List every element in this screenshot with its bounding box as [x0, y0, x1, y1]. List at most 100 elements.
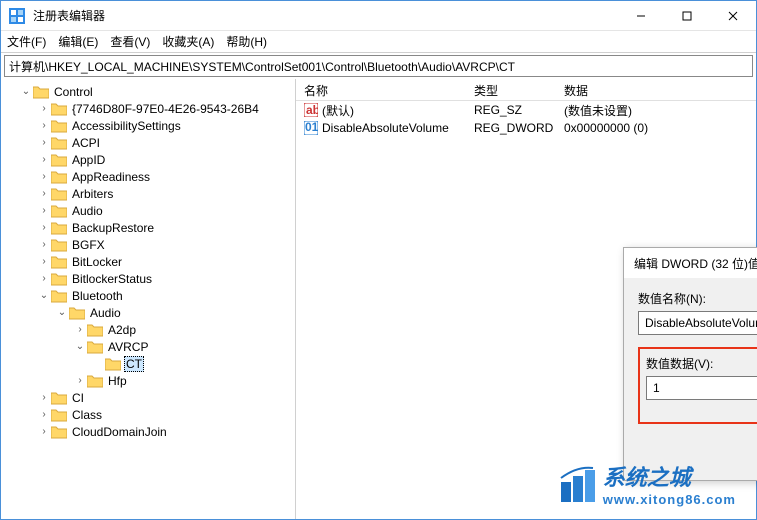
- watermark: 系统之城 www.xitong86.com: [557, 460, 736, 507]
- folder-icon: [51, 204, 67, 218]
- tree-node[interactable]: ›Hfp: [1, 372, 295, 389]
- chevron-right-icon[interactable]: ›: [37, 205, 51, 216]
- tree-panel[interactable]: ⌄ Control ›{7746D80F-97E0-4E26-9543-26B4…: [1, 79, 296, 519]
- chevron-right-icon[interactable]: ›: [73, 324, 87, 335]
- folder-icon: [51, 153, 67, 167]
- tree-node[interactable]: ›AccessibilitySettings: [1, 117, 295, 134]
- dialog-titlebar[interactable]: 编辑 DWORD (32 位)值 ✕: [624, 248, 757, 278]
- folder-icon: [105, 357, 121, 371]
- chevron-right-icon[interactable]: ›: [37, 171, 51, 182]
- window-title: 注册表编辑器: [33, 7, 618, 24]
- value-data-input[interactable]: [646, 376, 757, 400]
- menu-edit[interactable]: 编辑(E): [58, 33, 98, 50]
- folder-icon: [51, 425, 67, 439]
- tree-node-avrcp[interactable]: ⌄AVRCP: [1, 338, 295, 355]
- dword-value-icon: 011: [304, 121, 318, 135]
- folder-icon: [51, 102, 67, 116]
- chevron-down-icon[interactable]: ⌄: [19, 86, 33, 97]
- folder-icon: [51, 408, 67, 422]
- menu-help[interactable]: 帮助(H): [226, 33, 267, 50]
- value-name-label: 数值名称(N):: [638, 290, 757, 307]
- tree-node[interactable]: ›{7746D80F-97E0-4E26-9543-26B4: [1, 100, 295, 117]
- folder-icon: [51, 119, 67, 133]
- tree-node[interactable]: ›AppID: [1, 151, 295, 168]
- tree-node-control[interactable]: ⌄ Control: [1, 83, 295, 100]
- svg-text:ab: ab: [306, 103, 318, 117]
- close-button[interactable]: [710, 1, 756, 31]
- chevron-right-icon[interactable]: ›: [37, 273, 51, 284]
- chevron-right-icon[interactable]: ›: [37, 392, 51, 403]
- chevron-right-icon[interactable]: ›: [37, 239, 51, 250]
- menubar: 文件(F) 编辑(E) 查看(V) 收藏夹(A) 帮助(H): [1, 31, 756, 53]
- folder-icon: [51, 238, 67, 252]
- folder-icon: [33, 85, 49, 99]
- address-text: 计算机\HKEY_LOCAL_MACHINE\SYSTEM\ControlSet…: [9, 58, 515, 75]
- folder-icon: [51, 187, 67, 201]
- titlebar: 注册表编辑器: [1, 1, 756, 31]
- chevron-right-icon[interactable]: ›: [37, 256, 51, 267]
- string-value-icon: ab: [304, 103, 318, 117]
- chevron-right-icon[interactable]: ›: [37, 103, 51, 114]
- folder-icon: [51, 391, 67, 405]
- tree-node-bt-audio[interactable]: ⌄Audio: [1, 304, 295, 321]
- chevron-right-icon[interactable]: ›: [37, 137, 51, 148]
- chevron-right-icon[interactable]: ›: [37, 154, 51, 165]
- tree-node[interactable]: ›BGFX: [1, 236, 295, 253]
- folder-icon: [69, 306, 85, 320]
- regedit-icon: [9, 8, 25, 24]
- tree-node[interactable]: ›BitlockerStatus: [1, 270, 295, 287]
- maximize-button[interactable]: [664, 1, 710, 31]
- tree-node[interactable]: ›BackupRestore: [1, 219, 295, 236]
- col-name[interactable]: 名称: [296, 79, 466, 100]
- menu-file[interactable]: 文件(F): [7, 33, 46, 50]
- tree-node[interactable]: ›Class: [1, 406, 295, 423]
- value-data-label: 数值数据(V):: [646, 355, 757, 372]
- chevron-right-icon[interactable]: ›: [73, 375, 87, 386]
- svg-text:011: 011: [305, 121, 318, 134]
- list-header: 名称 类型 数据: [296, 79, 756, 101]
- tree-node-bluetooth[interactable]: ⌄Bluetooth: [1, 287, 295, 304]
- folder-icon: [87, 374, 103, 388]
- tree-node[interactable]: ›CI: [1, 389, 295, 406]
- folder-icon: [51, 221, 67, 235]
- folder-icon: [51, 136, 67, 150]
- col-type[interactable]: 类型: [466, 79, 556, 100]
- list-panel: 名称 类型 数据 ab(默认) REG_SZ (数值未设置) 011Disabl…: [296, 79, 756, 519]
- list-item[interactable]: 011DisableAbsoluteVolume REG_DWORD 0x000…: [296, 119, 756, 137]
- col-data[interactable]: 数据: [556, 79, 756, 100]
- minimize-button[interactable]: [618, 1, 664, 31]
- folder-icon: [87, 340, 103, 354]
- chevron-down-icon[interactable]: ⌄: [73, 341, 87, 352]
- chevron-right-icon[interactable]: ›: [37, 426, 51, 437]
- tree-node[interactable]: ›Audio: [1, 202, 295, 219]
- list-item[interactable]: ab(默认) REG_SZ (数值未设置): [296, 101, 756, 119]
- dialog-title: 编辑 DWORD (32 位)值: [634, 255, 757, 272]
- tree-node-ct[interactable]: ·CT: [1, 355, 295, 372]
- chevron-right-icon[interactable]: ›: [37, 222, 51, 233]
- folder-icon: [51, 289, 67, 303]
- chevron-right-icon[interactable]: ›: [37, 120, 51, 131]
- chevron-right-icon[interactable]: ›: [37, 188, 51, 199]
- menu-favorites[interactable]: 收藏夹(A): [162, 33, 214, 50]
- value-data-highlight: 数值数据(V):: [638, 347, 757, 424]
- folder-icon: [51, 170, 67, 184]
- tree-node[interactable]: ›Arbiters: [1, 185, 295, 202]
- watermark-name: 系统之城: [603, 460, 736, 492]
- chevron-down-icon[interactable]: ⌄: [55, 307, 69, 318]
- tree-node[interactable]: ›ACPI: [1, 134, 295, 151]
- watermark-logo-icon: [557, 464, 597, 504]
- edit-dword-dialog: 编辑 DWORD (32 位)值 ✕ 数值名称(N): 数值数据(V): 基数 …: [623, 247, 757, 481]
- chevron-right-icon[interactable]: ›: [37, 409, 51, 420]
- chevron-down-icon[interactable]: ⌄: [37, 290, 51, 301]
- tree-node[interactable]: ›A2dp: [1, 321, 295, 338]
- folder-icon: [51, 255, 67, 269]
- watermark-url: www.xitong86.com: [603, 492, 736, 507]
- folder-icon: [87, 323, 103, 337]
- value-name-input[interactable]: [638, 311, 757, 335]
- menu-view[interactable]: 查看(V): [110, 33, 150, 50]
- tree-node[interactable]: ›CloudDomainJoin: [1, 423, 295, 440]
- tree-node[interactable]: ›BitLocker: [1, 253, 295, 270]
- address-bar[interactable]: 计算机\HKEY_LOCAL_MACHINE\SYSTEM\ControlSet…: [4, 55, 753, 77]
- folder-icon: [51, 272, 67, 286]
- tree-node[interactable]: ›AppReadiness: [1, 168, 295, 185]
